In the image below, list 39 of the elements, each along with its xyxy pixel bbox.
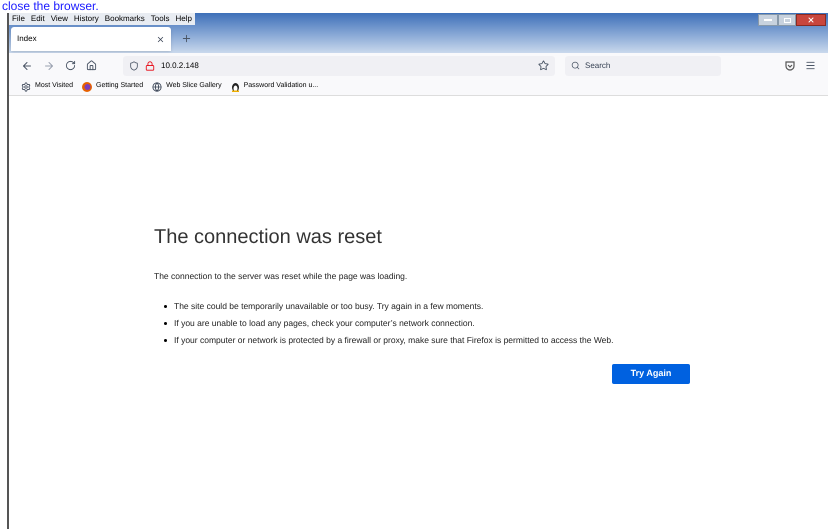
bullet-text: If you are unable to load any pages, check your computer’s network connection.	[174, 318, 476, 329]
penguin-icon	[230, 82, 240, 92]
close-button[interactable]	[796, 14, 826, 26]
bullet-icon	[164, 322, 167, 325]
bullet-icon	[164, 338, 167, 342]
shield-icon	[129, 60, 139, 70]
caption-text: close the browser.	[2, 0, 99, 13]
bullet-text: The site could be temporarily unavailable or too busy. Try again in a few moments.	[174, 300, 484, 312]
minimize-button[interactable]	[758, 14, 778, 26]
back-icon[interactable]	[21, 60, 33, 72]
maximize-button[interactable]	[778, 14, 796, 26]
close-icon	[807, 16, 815, 24]
error-message: The connection to the server was reset while the page was loading.	[154, 270, 408, 283]
new-tab-icon[interactable]	[181, 33, 192, 44]
menu-item[interactable]: View	[50, 15, 68, 23]
lock-icon	[145, 60, 155, 70]
menu-item[interactable]: File	[12, 15, 25, 23]
browser-logo-icon	[82, 82, 92, 92]
pocket-icon[interactable]	[785, 60, 795, 70]
bullet-text: If your computer or network is protected by a firewall or proxy, make sure that Firefox is permitted to access the Web.	[174, 334, 615, 346]
menu-item[interactable]: Edit	[30, 15, 45, 23]
reload-icon[interactable]	[65, 60, 76, 71]
gear-icon	[21, 82, 31, 92]
home-icon[interactable]	[86, 60, 97, 71]
search-icon	[571, 61, 580, 70]
error-title: The connection was reset	[154, 225, 383, 250]
try-again-button[interactable]: Try Again	[612, 364, 690, 384]
menu-item[interactable]: Help	[175, 15, 192, 23]
menu-icon[interactable]	[805, 60, 816, 71]
menu-item[interactable]: History	[74, 15, 99, 23]
close-tab-icon[interactable]	[156, 34, 165, 44]
bullet-icon	[164, 304, 167, 308]
star-icon[interactable]	[538, 60, 549, 71]
address-bar[interactable]: 10.0.2.148	[123, 56, 555, 76]
browser-tab[interactable]: Index	[11, 27, 171, 51]
search-field[interactable]: Search	[565, 56, 721, 76]
menu-item[interactable]: Tools	[150, 15, 170, 23]
menu-item[interactable]: Bookmarks	[104, 15, 145, 23]
globe-icon	[152, 82, 162, 92]
